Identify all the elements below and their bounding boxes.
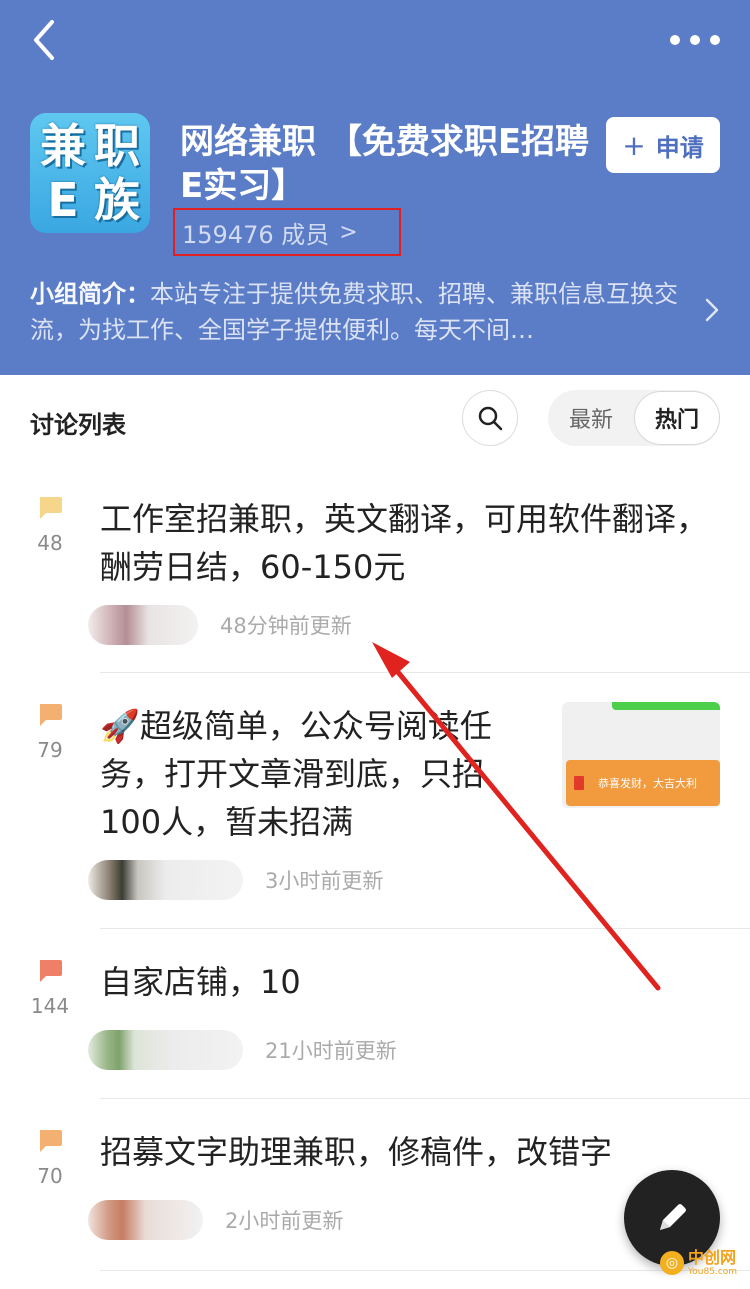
apply-label: 申请 — [655, 133, 704, 162]
group-intro[interactable]: 小组简介：本站专注于提供免费求职、招聘、兼职信息互换交流，为找工作、全国学子提供… — [30, 276, 680, 348]
back-button[interactable] — [26, 16, 66, 66]
thumbnail-banner: 恭喜发财，大吉大利 — [566, 760, 720, 806]
reply-count-col: 70 — [30, 1128, 70, 1188]
post-time: 2小时前更新 — [225, 1209, 344, 1233]
member-count: 159476 成员 — [182, 220, 330, 249]
watermark-logo-icon: ◎ — [660, 1251, 684, 1275]
group-title: 网络兼职 【免费求职E招聘E实习】 — [180, 122, 590, 206]
watermark-text: 中创网 You85.com — [688, 1247, 738, 1277]
pencil-icon — [660, 1204, 686, 1230]
post-time: 48分钟前更新 — [220, 614, 352, 638]
divider — [100, 672, 750, 673]
post-title: 招募文字助理兼职，修稿件，改错字 — [100, 1133, 613, 1171]
reply-count-col: 48 — [30, 495, 70, 555]
divider — [100, 928, 750, 929]
watermark: ◎ 中创网 You85.com — [660, 1241, 746, 1285]
post-thumbnail[interactable]: 恭喜发财，大吉大利 — [562, 702, 720, 808]
avatar — [88, 860, 243, 900]
group-logo: 兼 职 E 族 — [30, 113, 150, 233]
reply-count-col: 79 — [30, 702, 70, 762]
plus-icon: + — [622, 128, 646, 162]
post-meta: 2小时前更新 — [88, 1200, 343, 1240]
member-count-link[interactable]: 159476 成员 > — [173, 208, 401, 256]
comment-bubble-icon — [40, 960, 62, 982]
apply-button[interactable]: + 申请 — [606, 117, 720, 173]
reply-count-col: 144 — [30, 958, 70, 1018]
post-time: 3小时前更新 — [265, 869, 384, 893]
avatar — [88, 1200, 203, 1240]
chevron-left-icon — [34, 20, 54, 60]
post-title: 🚀超级简单，公众号阅读任务，打开文章滑到底，只招100人，暂未招满 — [100, 707, 492, 841]
intro-label: 小组简介： — [30, 280, 150, 308]
watermark-cn: 中创网 — [688, 1247, 737, 1267]
logo-char: E — [47, 173, 79, 227]
sort-toggle: 最新 热门 — [548, 390, 720, 446]
divider — [100, 1270, 750, 1271]
thumbnail-bar — [612, 702, 720, 710]
sort-hot-tab[interactable]: 热门 — [634, 391, 720, 445]
chevron-right-icon: > — [339, 219, 358, 245]
more-dot-icon — [670, 35, 680, 45]
post-item[interactable]: 48 工作室招兼职，英文翻译，可用软件翻译，酬劳日结，60-150元 48分钟前… — [0, 495, 750, 675]
discussion-list-title: 讨论列表 — [30, 411, 126, 439]
post-time: 21小时前更新 — [265, 1039, 397, 1063]
comment-bubble-icon — [40, 704, 62, 726]
logo-char: 兼 — [40, 119, 86, 173]
logo-char: 职 — [94, 119, 140, 173]
group-header: 兼 职 E 族 网络兼职 【免费求职E招聘E实习】 159476 成员 > + … — [0, 0, 750, 375]
discussion-list-header: 讨论列表 最新 热门 — [0, 375, 750, 467]
intro-chevron-right-icon[interactable] — [704, 296, 720, 332]
logo-char: 族 — [94, 173, 140, 227]
search-icon — [478, 406, 503, 431]
comment-bubble-icon — [40, 1130, 62, 1152]
reply-count: 79 — [37, 738, 63, 762]
watermark-en: You85.com — [688, 1266, 738, 1277]
avatar — [88, 605, 198, 645]
post-item[interactable]: 144 自家店铺，10 21小时前更新 — [0, 958, 750, 1088]
reply-count: 70 — [37, 1164, 63, 1188]
post-title: 工作室招兼职，英文翻译，可用软件翻译，酬劳日结，60-150元 — [100, 500, 709, 586]
avatar — [88, 1030, 243, 1070]
more-dot-icon — [690, 35, 700, 45]
post-meta: 21小时前更新 — [88, 1030, 397, 1070]
red-envelope-icon — [574, 776, 584, 790]
post-meta: 48分钟前更新 — [88, 605, 352, 645]
more-options-button[interactable] — [670, 22, 720, 58]
post-meta: 3小时前更新 — [88, 860, 383, 900]
thumbnail-text: 恭喜发财，大吉大利 — [598, 777, 697, 790]
reply-count: 48 — [37, 531, 63, 555]
divider — [100, 1098, 750, 1099]
more-dot-icon — [710, 35, 720, 45]
comment-bubble-icon — [40, 497, 62, 519]
reply-count: 144 — [30, 994, 70, 1018]
post-title: 自家店铺，10 — [100, 963, 301, 1001]
sort-latest-tab[interactable]: 最新 — [548, 390, 634, 446]
search-button[interactable] — [462, 390, 518, 446]
